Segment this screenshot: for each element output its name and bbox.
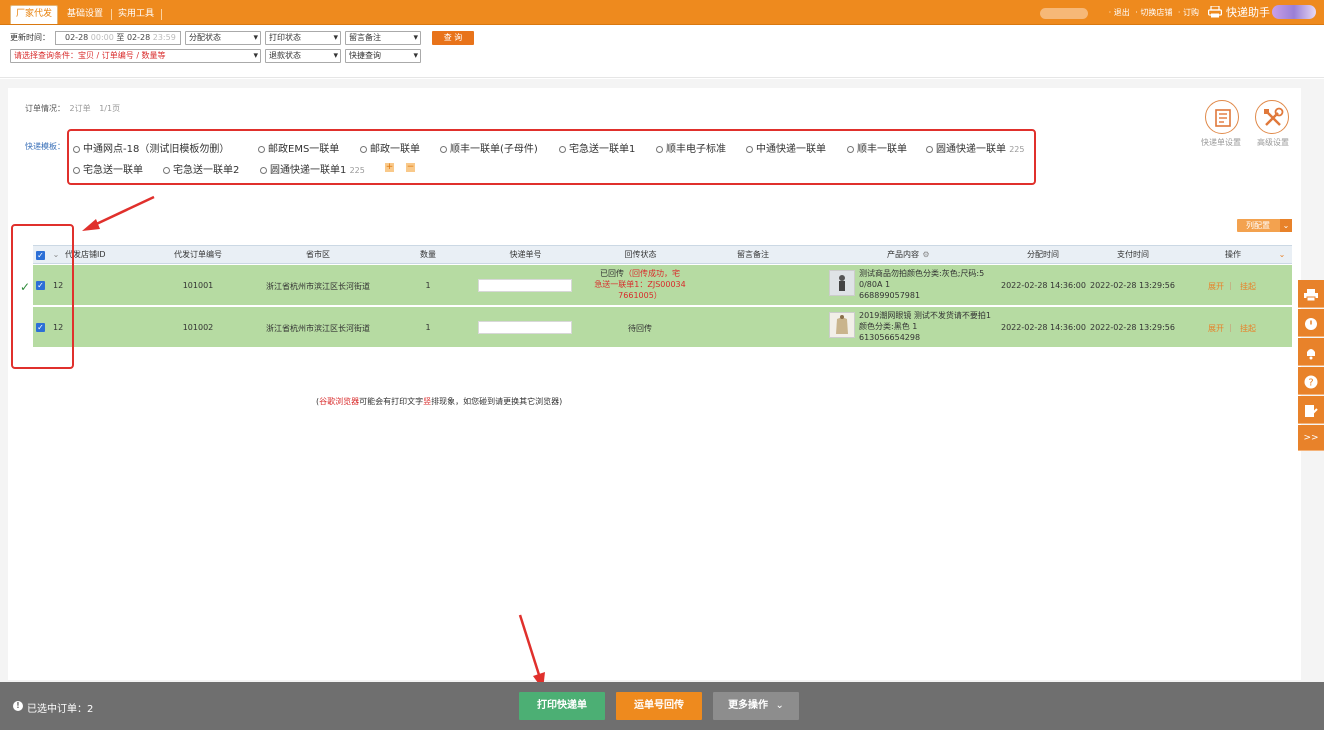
edit-note-icon[interactable]	[1298, 396, 1324, 424]
header-region: 省市区	[306, 250, 330, 259]
history-icon[interactable]	[1298, 309, 1324, 337]
svg-text:?: ?	[1308, 377, 1313, 388]
column-config-label: 列配置	[1246, 221, 1270, 230]
region: 浙江省杭州市滨江区长河街道	[266, 324, 370, 333]
table-row[interactable]: ✓ 12 101001 浙江省杭州市滨江区长河街道 1 已回传（回传成功，宅 急…	[33, 265, 1292, 306]
dist-status-select[interactable]: 分配状态	[185, 31, 261, 45]
pay-time: 2022-02-28 13:29:56	[1090, 323, 1175, 332]
header-action: 操作	[1225, 250, 1241, 259]
region: 浙江省杭州市滨江区长河街道	[266, 282, 370, 291]
dist-time: 2022-02-28 14:36:00	[1001, 323, 1086, 332]
account-name-blurred	[1040, 8, 1088, 19]
end-date: 02-28	[126, 33, 151, 42]
annotation-box-checkboxes	[11, 224, 74, 369]
filter-bar: 更新时间： 02-28 00:00 至 02-28 23:59 分配状态 打印状…	[0, 26, 1324, 78]
qty: 1	[425, 323, 431, 332]
template-label: 快递模板：	[25, 142, 65, 151]
tracking-no-input[interactable]	[478, 321, 572, 334]
reply-status: 已回传（回传成功，宅 急送一联单1：ZJS00034 7661005）	[594, 269, 686, 300]
tab-divider	[161, 9, 162, 20]
table-header: ✓ ⌄ 代发店铺ID 代发订单编号 省市区 数量 快递单号 回传状态 留言备注 …	[33, 245, 1292, 264]
order-count: 2订单	[69, 104, 91, 113]
range-to: 至	[116, 33, 125, 42]
print-waybill-button[interactable]: 打印快递单	[519, 692, 605, 720]
order-summary: 订单情况： 2订单 1/1页	[25, 103, 120, 114]
printer-icon[interactable]	[1298, 280, 1324, 308]
header-tracking-no: 快递单号	[509, 250, 542, 259]
note-select[interactable]: 留言备注	[345, 31, 421, 45]
annotation-arrow-print	[518, 614, 545, 690]
selected-orders-count: 已选中订单：2	[27, 704, 94, 715]
update-time-label: 更新时间：	[10, 33, 50, 42]
header-dist-time: 分配时间	[1027, 250, 1059, 259]
order-no: 101002	[182, 323, 214, 332]
brand-title: 快递助手	[1226, 6, 1270, 19]
page-info: 1/1页	[99, 104, 121, 113]
collapse-icon[interactable]: ⌄	[1276, 246, 1288, 264]
product-content: 测试商品勿拍颜色分类:灰色;尺码:5 0/80A 1 668899057981	[859, 269, 985, 300]
order-no: 101001	[182, 281, 214, 290]
header-reply-status: 回传状态	[624, 250, 657, 259]
expand-link[interactable]: 展开	[1208, 323, 1224, 334]
table-row[interactable]: ✓ 12 101002 浙江省杭州市滨江区长河街道 1 待回传 2019潮网眼镜…	[33, 307, 1292, 348]
pay-time: 2022-02-28 13:29:56	[1090, 281, 1175, 290]
top-nav-bar: 厂家代发 基础设置 实用工具 · 退出 · 切换店铺 · 订购 快递助手	[0, 0, 1324, 25]
start-date: 02-28	[65, 33, 89, 42]
reply-status: 待回传	[628, 324, 652, 333]
header-order-no: 代发订单编号	[174, 250, 222, 259]
info-icon: !	[13, 701, 23, 711]
tracking-no-input[interactable]	[478, 279, 572, 292]
switch-shop-link[interactable]: · 切换店铺	[1135, 8, 1172, 17]
help-icon[interactable]: ?	[1298, 367, 1324, 395]
chevron-down-icon: ⌄	[775, 700, 784, 711]
search-condition-select[interactable]: 请选择查询条件：宝贝 / 订单编号 / 数量等	[10, 49, 261, 63]
bell-icon[interactable]	[1298, 338, 1324, 366]
advanced-settings-icon[interactable]	[1255, 100, 1289, 134]
logout-link[interactable]: · 退出	[1109, 8, 1130, 17]
user-avatar-blurred	[1272, 5, 1316, 19]
hold-link[interactable]: 挂起	[1240, 281, 1256, 292]
product-thumbnail[interactable]	[829, 270, 855, 296]
product-thumbnail[interactable]	[829, 312, 855, 338]
waybill-reply-button[interactable]: 运单号回传	[616, 692, 702, 720]
top-links: · 退出 · 切换店铺 · 订购	[1106, 6, 1199, 20]
more-actions-button[interactable]: 更多操作 ⌄	[713, 692, 799, 720]
date-range-input[interactable]: 02-28 00:00 至 02-28 23:59	[55, 31, 181, 45]
chevron-down-icon: ⌄	[1280, 219, 1292, 232]
print-status-select[interactable]: 打印状态	[265, 31, 341, 45]
advanced-settings-label[interactable]: 高级设置	[1257, 137, 1289, 148]
query-button[interactable]: 查 询	[432, 31, 474, 45]
op-divider: |	[1229, 323, 1232, 332]
browser-note: (谷歌浏览器可能会有打印文字竖排现象，如您碰到请更换其它浏览器)	[316, 397, 563, 406]
quick-query-select[interactable]: 快捷查询	[345, 49, 421, 63]
refund-status-select[interactable]: 退款状态	[265, 49, 341, 63]
tab-divider	[111, 9, 112, 20]
printer-logo-icon	[1208, 5, 1223, 18]
gear-icon[interactable]: ⚙	[920, 246, 932, 264]
op-divider: |	[1229, 281, 1232, 290]
expand-sidebar-button[interactable]: >>	[1298, 425, 1324, 451]
header-pay-time: 支付时间	[1117, 250, 1149, 259]
hold-link[interactable]: 挂起	[1240, 323, 1256, 334]
dist-time: 2022-02-28 14:36:00	[1001, 281, 1086, 290]
qty: 1	[425, 281, 431, 290]
order-summary-label: 订单情况：	[25, 104, 65, 113]
bottom-action-bar: ! 已选中订单：2 打印快递单 运单号回传 更多操作 ⌄	[0, 682, 1324, 730]
more-actions-label: 更多操作	[728, 700, 769, 711]
tab-basic-settings[interactable]: 基础设置	[62, 6, 108, 25]
waybill-settings-icon[interactable]	[1205, 100, 1239, 134]
subscribe-link[interactable]: · 订购	[1178, 8, 1199, 17]
header-note: 留言备注	[737, 250, 769, 259]
annotation-arrow-checkbox	[82, 195, 155, 231]
tab-factory-dropship[interactable]: 厂家代发	[10, 5, 59, 24]
waybill-settings-label[interactable]: 快递单设置	[1201, 137, 1241, 148]
end-time: 23:59	[152, 33, 176, 42]
tab-utilities[interactable]: 实用工具	[113, 6, 159, 25]
column-config-button[interactable]: 列配置 ⌄	[1237, 219, 1292, 232]
product-content: 2019潮网眼镜 测试不发货请不要拍1 颜色分类:黑色 1 6130566542…	[859, 311, 991, 342]
annotation-box-templates	[67, 129, 1036, 185]
expand-link[interactable]: 展开	[1208, 281, 1224, 292]
start-time: 00:00	[90, 33, 114, 42]
header-qty: 数量	[420, 250, 436, 259]
